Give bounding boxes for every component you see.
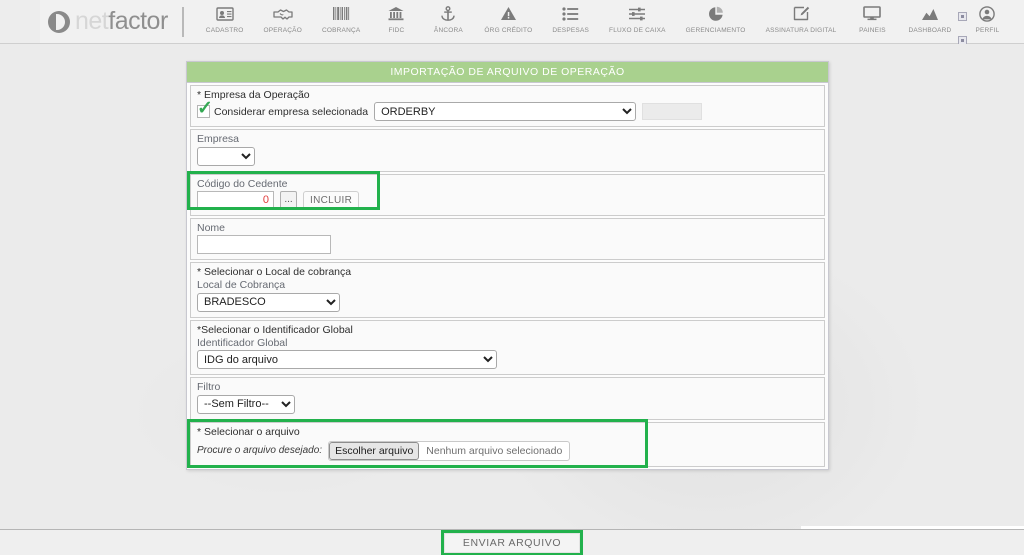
nav-label-fidc: FIDC [388,26,405,34]
logo-wordmark: netfactor [75,9,168,34]
page-content: IMPORTAÇÃO DE ARQUIVO DE OPERAÇÃO * Empr… [0,44,1024,555]
nav-label-assinatura-digital: ASSINATURA DIGITAL [765,26,837,34]
area-chart-icon [918,3,942,25]
select-identificador-global[interactable]: IDG do arquivo [197,350,497,369]
nav-label-perfil: PERFIL [975,26,1000,34]
nav-label-cadastro: CADASTRO [205,26,244,34]
fieldset-codigo-do-cedente: Código do Cedente ... INCLUIR [187,170,825,216]
escolher-arquivo-button[interactable]: Escolher arquivo [329,441,420,460]
monitor-icon [860,3,884,25]
nav-label-cobranca: COBRANÇA [321,26,361,34]
fieldset-identificador-global: *Selecionar o Identificador Global Ident… [190,319,825,375]
label-selecionar-o-arquivo: * Selecionar o arquivo [197,425,300,438]
nav-label-fluxo-despesas: DESPESAS [552,26,590,34]
nav-label-dashboard: DASHBOARD [908,26,952,34]
empresa-operacao-side-field[interactable] [642,103,703,120]
nav-item-paineis[interactable]: PAINEIS [846,0,898,34]
nav-label-org-credito: ÓRG CRÉDITO [484,26,533,34]
fieldset-empresa-da-operacao: * Empresa da Operação ✓ Considerar empre… [190,85,825,127]
select-empresa[interactable] [197,146,255,166]
nav-item-ancora[interactable]: ÂNCORA [422,0,474,34]
nav-left-spacer [0,0,40,43]
nav-menu: CADASTRO OPERAÇÃO COBRANÇA FIDC ÂNCORA Ó… [196,0,1014,44]
nav-label-fluxo-de-caixa: FLUXO DE CAIXA [609,26,666,34]
label-empresa: Empresa [197,133,240,145]
anchor-icon [436,3,460,25]
nav-divider [181,6,184,37]
nav-item-operacao[interactable]: OPERAÇÃO [254,0,312,34]
check-mark-icon: ✓ [197,98,213,119]
input-codigo-do-cedente[interactable] [197,190,274,210]
barcode-icon [329,3,353,25]
nav-item-cobranca[interactable]: COBRANÇA [312,0,370,34]
checkbox-label-considerar-empresa: Considerar empresa selecionada [214,105,369,118]
nav-item-org-credito[interactable]: ÓRG CRÉDITO [474,0,542,34]
selected-file-status: Nenhum arquivo selecionado [426,444,563,457]
file-hint-text: Procure o arquivo desejado: [197,445,323,456]
select-empresa-operacao[interactable]: ORDERBY [374,102,637,121]
nav-label-paineis: PAINEIS [859,26,886,34]
checkbox-box[interactable]: ✓ [197,99,213,118]
logo-text-factor: factor [108,7,168,35]
user-circle-icon [975,3,999,25]
lookup-cedente-button[interactable]: ... [280,190,297,210]
nav-item-cadastro[interactable]: CADASTRO [196,0,254,34]
row-empresa-da-operacao: ✓ Considerar empresa selecionada ORDERBY [197,99,818,121]
nav-item-fidc[interactable]: FIDC [370,0,422,34]
row-codigo-do-cedente: ... INCLUIR [197,190,818,210]
top-navigation-bar: netfactor CADASTRO OPERAÇÃO COBRANÇA FID… [0,0,1024,45]
handshake-icon [271,3,295,25]
footer-action-area: ENVIAR ARQUIVO [0,529,1024,555]
highlight-box-enviar-arquivo: ENVIAR ARQUIVO [440,529,584,555]
app-window: netfactor CADASTRO OPERAÇÃO COBRANÇA FID… [0,0,1024,555]
label-empresa-da-operacao: * Empresa da Operação [197,89,310,101]
nav-label-gerenciamento: GERENCIAMENTO [685,26,746,34]
label-identificador-global: Identificador Global [197,336,288,349]
label-codigo-do-cedente: Código do Cedente [197,177,288,190]
enviar-arquivo-button[interactable]: ENVIAR ARQUIVO [443,532,581,553]
file-input-control[interactable]: Escolher arquivo Nenhum arquivo selecion… [328,440,571,461]
fieldset-filtro: Filtro --Sem Filtro-- [190,377,825,420]
broken-image-placeholders [952,4,976,45]
checkbox-considerar-empresa-selecionada[interactable]: ✓ Considerar empresa selecionada [197,99,369,118]
label-local-de-cobranca: Local de Cobrança [197,279,286,291]
label-selecionar-local-cobranca: * Selecionar o Local de cobrança [197,266,352,278]
nav-item-despesas[interactable]: DESPESAS [542,0,599,34]
netfactor-logo-icon [48,10,70,33]
id-card-icon [213,3,237,25]
nav-label-ancora: ÂNCORA [433,26,463,34]
list-icon [559,3,583,25]
input-nome[interactable] [197,235,331,254]
app-logo[interactable]: netfactor [40,0,168,44]
select-filtro[interactable]: --Sem Filtro-- [197,394,295,414]
fieldset-selecionar-arquivo: * Selecionar o arquivo Procure o arquivo… [187,418,825,468]
nav-item-gerenciamento[interactable]: GERENCIAMENTO [676,0,756,34]
label-nome: Nome [197,221,226,234]
form-title-bar: IMPORTAÇÃO DE ARQUIVO DE OPERAÇÃO [187,62,828,83]
label-selecionar-identificador-global: *Selecionar o Identificador Global [197,323,353,336]
fieldset-empresa: Empresa [190,129,825,172]
nav-item-fluxo-de-caixa[interactable]: FLUXO DE CAIXA [599,0,676,34]
row-file-picker: Procure o arquivo desejado: Escolher arq… [197,440,818,461]
incluir-button[interactable]: INCLUIR [303,190,360,210]
select-local-de-cobranca[interactable]: BRADESCO [197,292,340,312]
logo-text-net: net [75,7,109,35]
sliders-icon [625,3,649,25]
nav-label-operacao: OPERAÇÃO [263,26,302,34]
pie-chart-icon [704,3,728,25]
nav-item-assinatura-digital[interactable]: ASSINATURA DIGITAL [756,0,847,34]
warning-triangle-icon [496,3,520,25]
fieldset-nome: Nome [190,217,825,260]
label-filtro: Filtro [197,381,221,393]
pencil-square-icon [789,3,813,25]
bank-icon [384,3,408,25]
import-file-form-panel: IMPORTAÇÃO DE ARQUIVO DE OPERAÇÃO * Empr… [186,61,829,470]
fieldset-local-de-cobranca: * Selecionar o Local de cobrança Local d… [190,262,825,318]
broken-image-icon-1 [958,12,967,21]
